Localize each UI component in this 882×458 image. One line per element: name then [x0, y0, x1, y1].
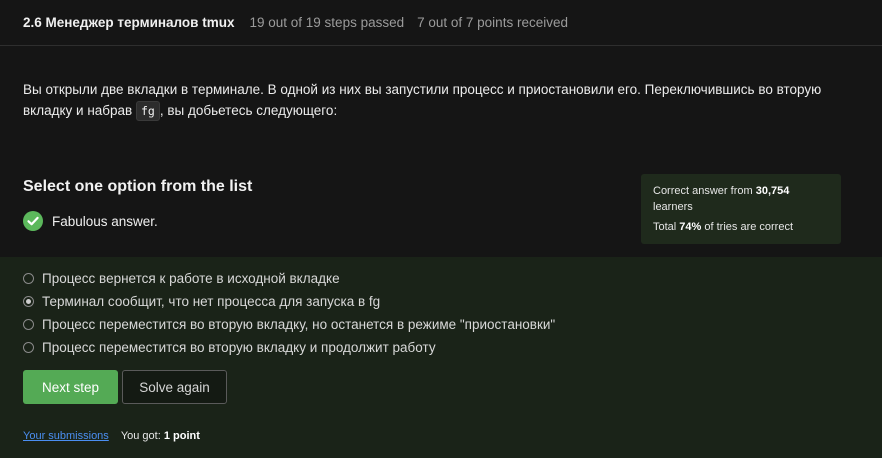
option-label: Терминал сообщит, что нет процесса для з…	[42, 294, 381, 309]
points-progress: 7 out of 7 points received	[417, 15, 568, 30]
radio-button[interactable]	[23, 273, 34, 284]
radio-button-selected[interactable]	[23, 296, 34, 307]
option-3[interactable]: Процесс переместится во вторую вкладку, …	[23, 317, 555, 332]
stats-learners: Correct answer from 30,754 learners	[653, 183, 829, 215]
stats-learners-suffix: learners	[653, 201, 693, 213]
steps-progress: 19 out of 19 steps passed	[249, 15, 405, 30]
stats-learners-prefix: Correct answer from	[653, 185, 756, 197]
option-2[interactable]: Терминал сообщит, что нет процесса для з…	[23, 294, 380, 309]
option-label: Процесс вернется к работе в исходной вкл…	[42, 271, 340, 286]
answer-feedback: Fabulous answer.	[23, 211, 158, 231]
lesson-header: 2.6 Менеджер терминалов tmux 19 out of 1…	[0, 0, 882, 46]
options-area	[0, 257, 882, 458]
radio-button[interactable]	[23, 342, 34, 353]
option-label: Процесс переместится во вторую вкладку и…	[42, 340, 436, 355]
your-submissions-link[interactable]: Your submissions	[23, 430, 109, 442]
stats-percent-prefix: Total	[653, 221, 680, 233]
submission-footer: Your submissions You got: 1 point	[23, 430, 200, 442]
select-option-heading: Select one option from the list	[23, 178, 253, 195]
check-circle-icon	[23, 211, 43, 231]
lesson-title: 2.6 Менеджер терминалов tmux	[23, 15, 235, 30]
score-info: You got: 1 point	[121, 430, 200, 442]
solve-again-button[interactable]: Solve again	[122, 370, 227, 404]
score-prefix: You got:	[120, 430, 164, 442]
feedback-text: Fabulous answer.	[52, 213, 158, 229]
radio-button[interactable]	[23, 319, 34, 330]
option-1[interactable]: Процесс вернется к работе в исходной вкл…	[23, 271, 340, 286]
option-4[interactable]: Процесс переместится во вторую вкладку и…	[23, 340, 436, 355]
answer-stats: Correct answer from 30,754 learners Tota…	[641, 174, 841, 244]
question-text-after: , вы добьетесь следующего:	[159, 103, 338, 118]
next-step-button[interactable]: Next step	[23, 370, 118, 404]
learners-count: 30,754	[755, 185, 790, 197]
stats-percent: Total 74% of tries are correct	[653, 219, 829, 235]
question-text: Вы открыли две вкладки в терминале. В од…	[23, 79, 823, 122]
option-label: Процесс переместится во вторую вкладку, …	[42, 317, 556, 332]
code-snippet: fg	[135, 101, 160, 122]
score-value: 1 point	[163, 430, 200, 442]
correct-percent: 74%	[679, 221, 702, 233]
stats-percent-suffix: of tries are correct	[701, 221, 794, 233]
